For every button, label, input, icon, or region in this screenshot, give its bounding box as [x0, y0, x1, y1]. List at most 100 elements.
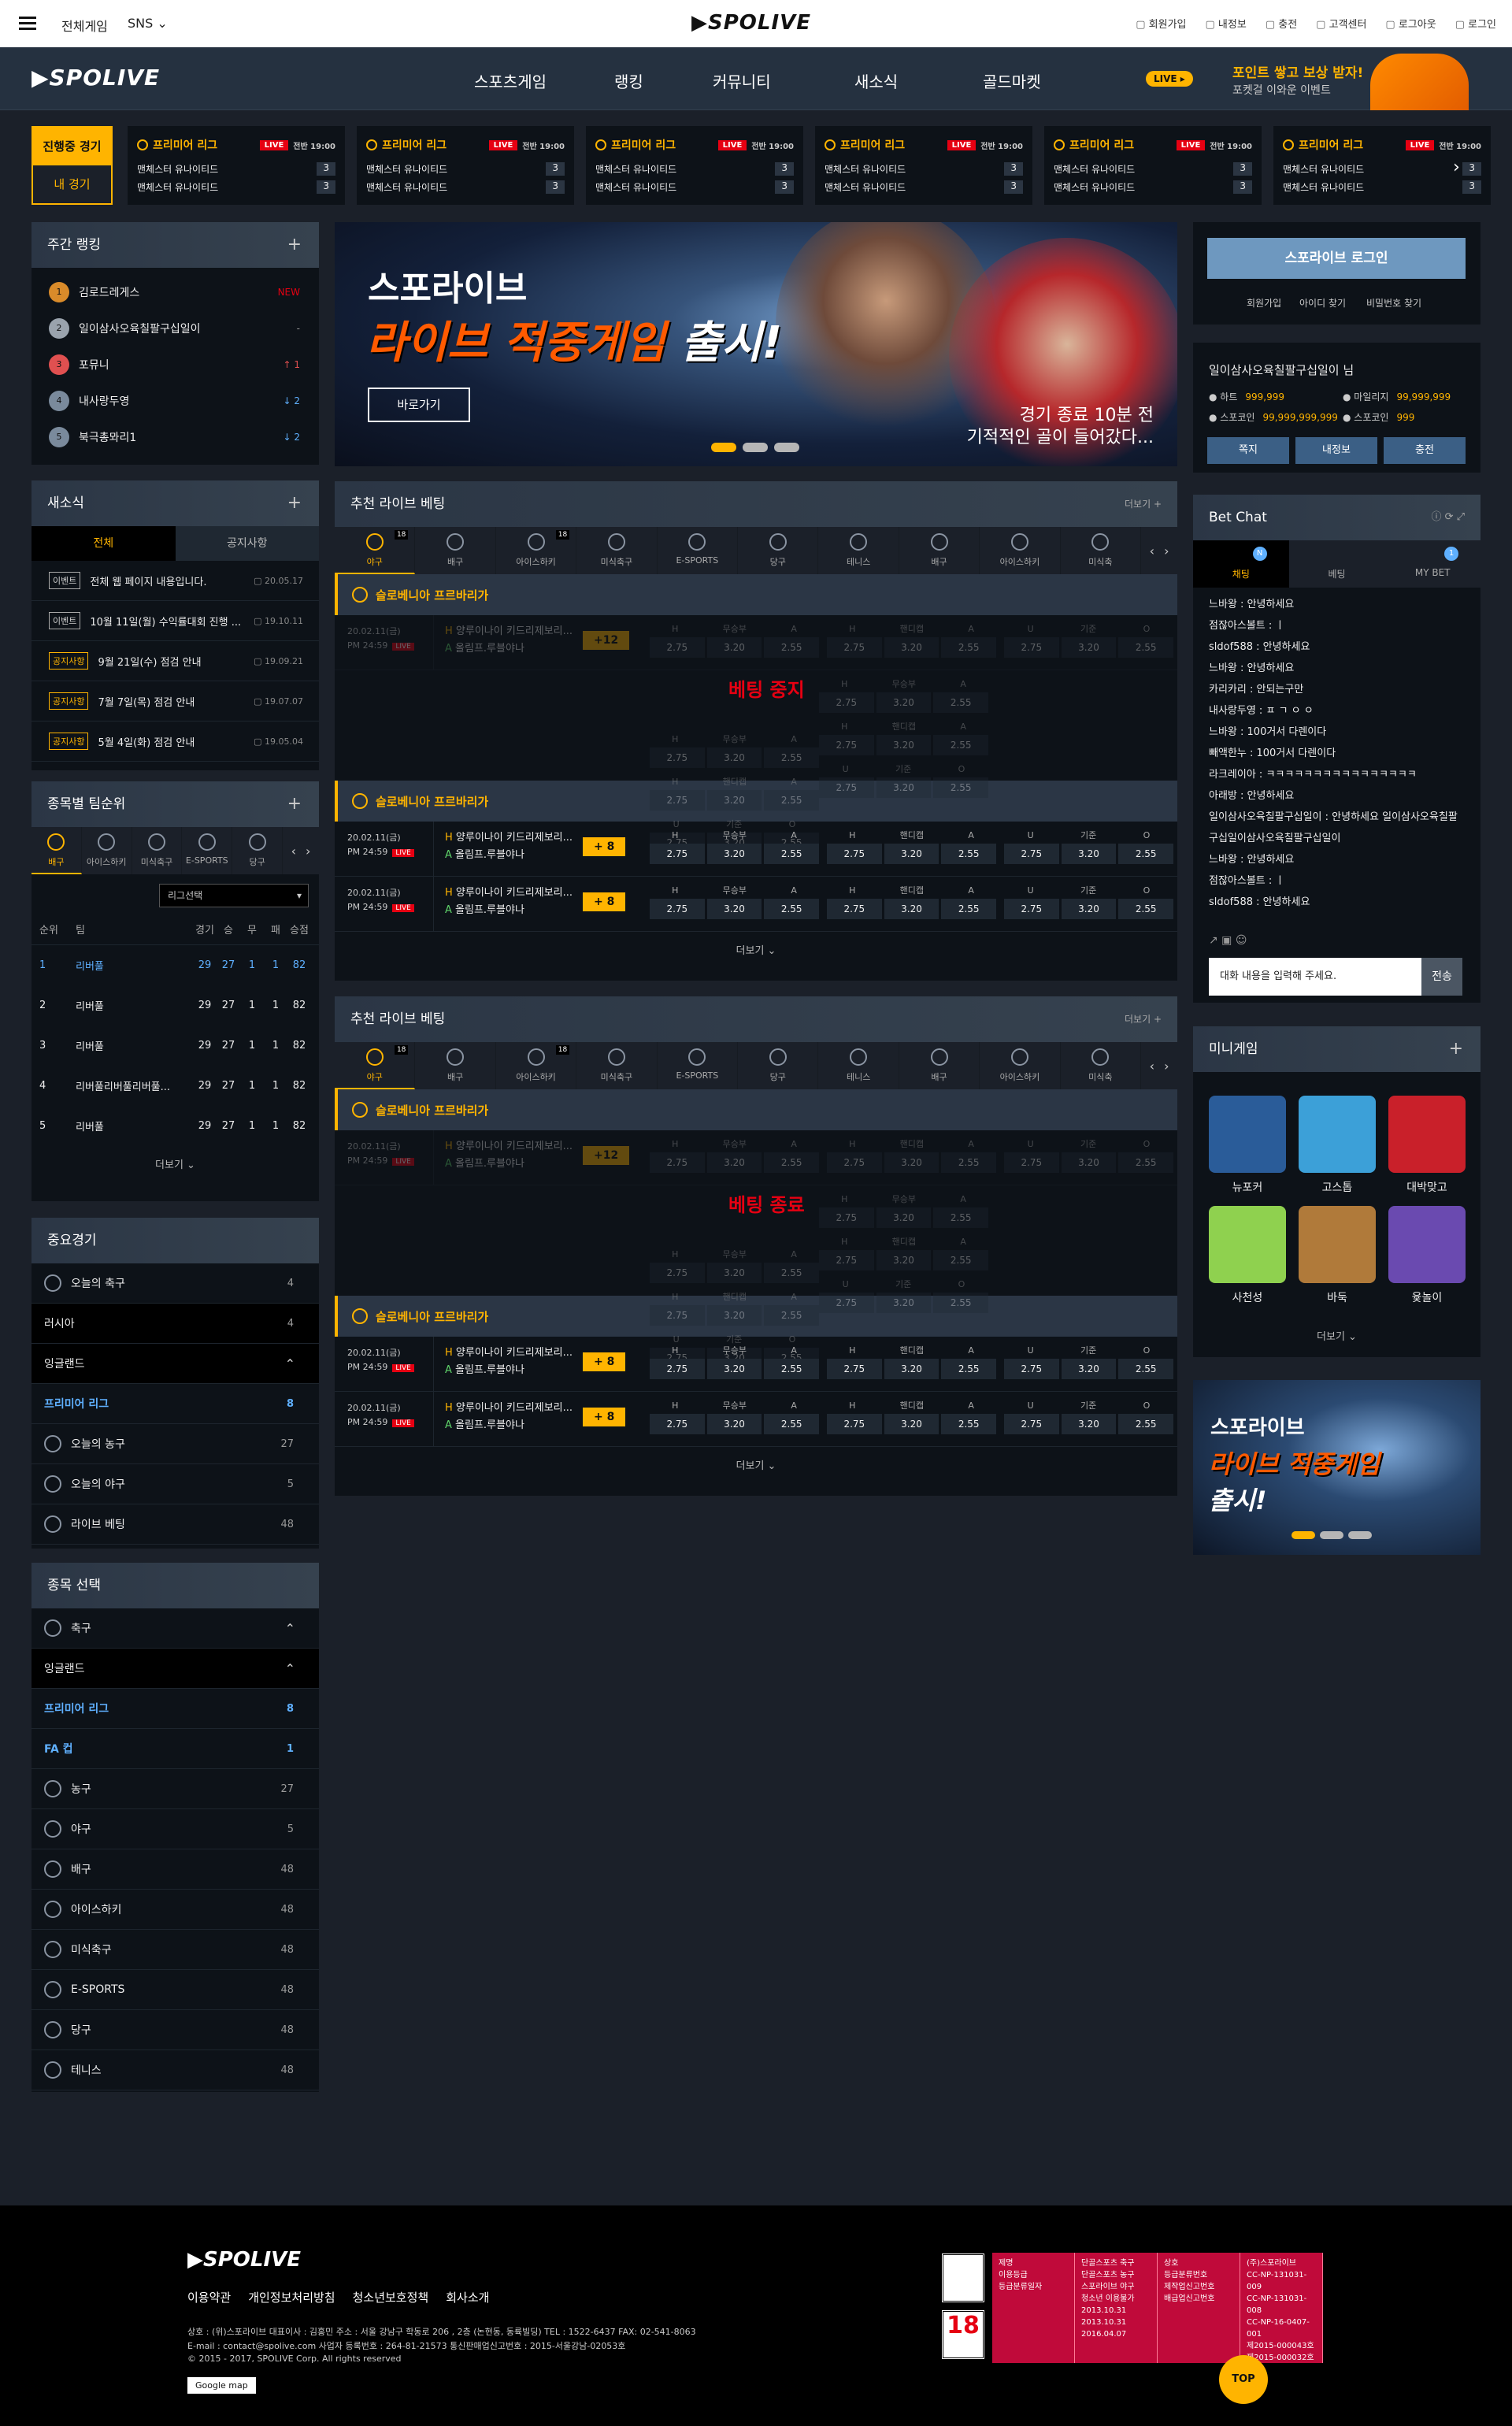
promo-banner[interactable]: LIVE ▸ 포인트 쌓고 보상 받자! 포켓걸 이와운 이벤트	[1146, 54, 1469, 110]
odds-value[interactable]: 3.20	[1061, 637, 1117, 658]
sport-select-item[interactable]: 당구 48	[32, 2010, 319, 2050]
news-item[interactable]: 공지사항 9월 21일(수) 점검 안내 ▢ 19.09.21	[32, 641, 319, 681]
odds-value[interactable]: 2.75	[1004, 899, 1059, 919]
odds-value[interactable]: 2.55	[764, 1414, 820, 1434]
ranking-row[interactable]: 5 북극총뫄리1 ↓ 2	[32, 419, 319, 455]
sport-select-item[interactable]: 프리미어 리그 8	[32, 1689, 319, 1729]
plus-icon[interactable]: +	[1449, 1026, 1463, 1072]
sport-tab[interactable]: 미식축	[1061, 1042, 1142, 1089]
odds-value[interactable]: 2.55	[941, 637, 997, 658]
chat-tab[interactable]: 베팅	[1289, 540, 1385, 588]
tab-my-games[interactable]: 내 경기	[33, 165, 111, 203]
live-match-card[interactable]: 프리미어 리그 LIVE 전반 19:00 맨체스터 유나이티드 3 맨체스터 유나이…	[586, 126, 803, 205]
mini-game-tile[interactable]: 대박맞고	[1388, 1096, 1466, 1195]
sport-tab[interactable]: 아이스하키 18	[496, 527, 577, 574]
banner-dot[interactable]	[774, 443, 799, 452]
live-match-card[interactable]: 프리미어 리그 LIVE 전반 19:00 맨체스터 유나이티드 3 맨체스터 유나이…	[815, 126, 1032, 205]
table-row[interactable]: 1 리버풀 29 27 1 1 82	[32, 945, 319, 985]
sport-tab[interactable]: 배구	[899, 527, 980, 574]
important-item[interactable]: 러시아 4	[32, 1304, 319, 1344]
plus-icon[interactable]: +	[287, 222, 302, 268]
chevron-left-icon[interactable]: ‹	[1150, 543, 1154, 558]
banner-go-button[interactable]: 바로가기	[368, 388, 470, 422]
bet-more-button[interactable]: 더보기	[335, 1447, 1177, 1486]
more-markets-button[interactable]: + 8	[583, 1352, 626, 1371]
ranking-row[interactable]: 2 일이삼사오육칠팔구십일이 -	[32, 310, 319, 347]
odds-value[interactable]: 2.55	[941, 1414, 997, 1434]
sport-tab[interactable]: 당구	[232, 827, 283, 874]
odds-value[interactable]: 3.20	[876, 1207, 932, 1228]
tab-news-all[interactable]: 전체	[32, 526, 176, 561]
odds-value[interactable]: 2.75	[827, 844, 882, 864]
main-banner[interactable]: 스포라이브 라이브 적중게임 출시! 바로가기 경기 종료 10분 전 기적적인 …	[335, 222, 1177, 466]
odds-value[interactable]: 2.75	[650, 1305, 705, 1326]
important-item[interactable]: 오늘의 축구 4	[32, 1263, 319, 1304]
odds-value[interactable]: 2.75	[1004, 1414, 1059, 1434]
odds-value[interactable]: 3.20	[706, 1305, 762, 1326]
odds-value[interactable]: 3.20	[706, 844, 762, 864]
odds-value[interactable]: 3.20	[706, 1359, 762, 1379]
chat-action-icons[interactable]: ↗ ▣ ☺	[1209, 934, 1247, 947]
odds-value[interactable]: 3.20	[706, 1263, 762, 1283]
sport-tab[interactable]: 미식축	[1061, 527, 1142, 574]
important-item[interactable]: 라이브 베팅 48	[32, 1504, 319, 1545]
odds-value[interactable]: 3.20	[1061, 1359, 1117, 1379]
odds-value[interactable]: 2.55	[933, 1293, 989, 1313]
chevron-up-icon[interactable]: ⌃	[285, 1661, 295, 1676]
odds-value[interactable]: 2.75	[819, 735, 874, 755]
odds-value[interactable]: 2.55	[1118, 1414, 1174, 1434]
teamrank-more-button[interactable]: 더보기	[32, 1146, 319, 1185]
live-match-card[interactable]: 프리미어 리그 LIVE 전반 19:00 맨체스터 유나이티드 3 맨체스터 유나이…	[128, 126, 345, 205]
all-games-link[interactable]: 전체게임	[61, 16, 108, 35]
sns-dropdown[interactable]: SNS ⌄	[128, 16, 168, 31]
table-row[interactable]: 2 리버풀 29 27 1 1 82	[32, 985, 319, 1026]
odds-value[interactable]: 2.55	[764, 790, 820, 811]
sport-select-item[interactable]: 야구 5	[32, 1809, 319, 1849]
odds-value[interactable]: 2.75	[1004, 1152, 1059, 1173]
sport-tab[interactable]: 당구	[738, 1042, 819, 1089]
odds-value[interactable]: 2.55	[1118, 899, 1174, 919]
odds-value[interactable]: 2.55	[764, 844, 820, 864]
odds-value[interactable]: 3.20	[706, 1414, 762, 1434]
bet-more-link[interactable]: 더보기 +	[1125, 481, 1162, 527]
sport-select-item[interactable]: 미식축구 48	[32, 1930, 319, 1970]
sport-select-item[interactable]: 배구 48	[32, 1849, 319, 1890]
league-select[interactable]: 리그선택 ▾	[159, 884, 309, 907]
chat-tab[interactable]: 채팅 N	[1193, 540, 1289, 588]
banner-dot[interactable]	[711, 443, 736, 452]
odds-value[interactable]: 2.55	[941, 899, 997, 919]
odds-value[interactable]: 3.20	[876, 692, 932, 713]
side-banner[interactable]: 스포라이브 라이브 적중게임 출시!	[1193, 1380, 1480, 1555]
mini-game-tile[interactable]: 바둑	[1299, 1206, 1376, 1305]
bet-more-button[interactable]: 더보기	[335, 932, 1177, 971]
logout-link[interactable]: 로그아웃	[1385, 16, 1436, 31]
mini-game-tile[interactable]: 사천성	[1209, 1206, 1286, 1305]
table-row[interactable]: 4 리버풀리버풀리버풀... 29 27 1 1 82	[32, 1066, 319, 1106]
important-item[interactable]: 프리미어 리그 8	[32, 1384, 319, 1424]
tab-news-notice[interactable]: 공지사항	[175, 526, 319, 561]
odds-value[interactable]: 2.55	[764, 899, 820, 919]
sport-tab[interactable]: 아이스하키	[980, 527, 1061, 574]
odds-value[interactable]: 2.55	[933, 735, 989, 755]
privacy-link[interactable]: 개인정보처리방침	[248, 2289, 335, 2305]
sport-tab[interactable]: 당구	[738, 527, 819, 574]
sport-tab[interactable]: 야구 18	[335, 527, 416, 574]
odds-value[interactable]: 3.20	[884, 899, 939, 919]
plus-icon[interactable]: +	[287, 480, 302, 526]
odds-value[interactable]: 2.75	[827, 1414, 882, 1434]
sport-select-item[interactable]: 테니스 48	[32, 2050, 319, 2090]
odds-value[interactable]: 2.55	[933, 777, 989, 798]
odds-value[interactable]: 2.75	[650, 899, 705, 919]
charge-button[interactable]: 충전	[1384, 437, 1466, 464]
sport-select-item[interactable]: 농구 27	[32, 1769, 319, 1809]
charge-link[interactable]: 충전	[1266, 16, 1297, 31]
nav-community[interactable]: 커뮤니티	[713, 69, 771, 92]
myinfo-button[interactable]: 내정보	[1295, 437, 1377, 464]
terms-link[interactable]: 이용약관	[187, 2289, 231, 2305]
odds-value[interactable]: 2.55	[1118, 844, 1174, 864]
ranking-row[interactable]: 1 김로드레게스 NEW	[32, 274, 319, 310]
nav-logo[interactable]: ▶SPOLIVE	[32, 65, 160, 91]
youth-policy-link[interactable]: 청소년보호정책	[353, 2289, 429, 2305]
odds-value[interactable]: 3.20	[706, 790, 762, 811]
sport-select-item[interactable]: 아이스하키 48	[32, 1890, 319, 1930]
